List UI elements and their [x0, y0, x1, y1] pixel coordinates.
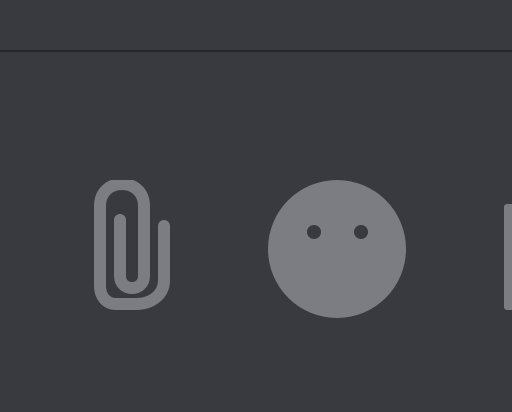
- chat-composer-area: [0, 0, 512, 412]
- composer-toolbar: [0, 52, 512, 412]
- top-divider-bar: [0, 0, 512, 52]
- smiley-face-icon: [262, 176, 412, 322]
- attach-file-button[interactable]: [84, 180, 184, 316]
- emoji-picker-button[interactable]: [262, 176, 412, 322]
- paperclip-icon: [84, 180, 184, 316]
- partial-icon: [504, 204, 512, 310]
- partially-visible-button[interactable]: [496, 182, 512, 332]
